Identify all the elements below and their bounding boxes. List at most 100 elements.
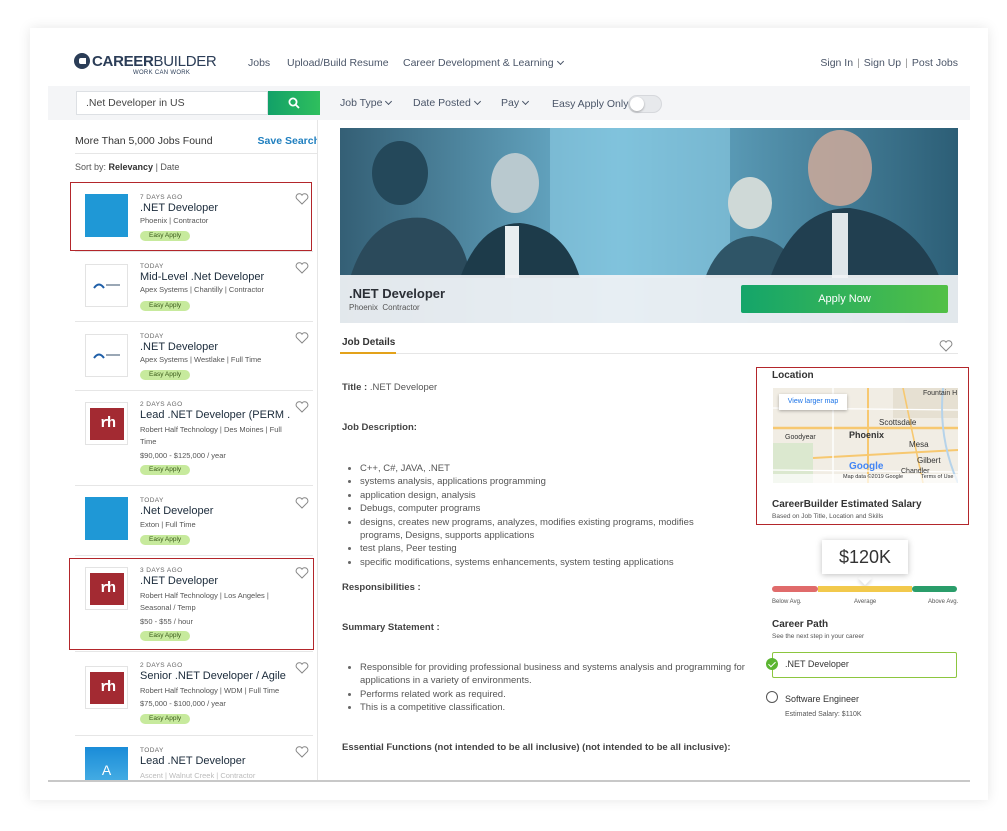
bottom-divider <box>48 780 970 782</box>
description-item: application design, analysis <box>348 489 720 502</box>
posted-ago: TODAY <box>140 747 164 754</box>
career-path-subtext: See the next step in your career <box>772 633 865 640</box>
check-icon <box>766 658 778 670</box>
description-list: C++, C#, JAVA, .NET systems analysis, ap… <box>348 462 720 569</box>
logo-mark-icon <box>74 53 90 69</box>
career-path-heading: Career Path <box>772 619 829 630</box>
description-item: test plans, Peer testing <box>348 542 720 555</box>
search-button[interactable] <box>268 91 320 115</box>
job-card[interactable]: rh 2 DAYS AGO Senior .NET Developer / Ag… <box>75 652 313 736</box>
description-item: Debugs, computer programs <box>348 502 720 515</box>
job-card[interactable]: A TODAY Lead .NET Developer Ascent | Wal… <box>75 736 313 780</box>
sort-date[interactable]: Date <box>160 162 179 172</box>
company-logo: rh <box>85 666 128 709</box>
radio-icon[interactable] <box>766 691 778 703</box>
tab-job-details[interactable]: Job Details <box>342 337 395 348</box>
save-search-link[interactable]: Save Search <box>258 135 317 147</box>
logo-tagline: WORK CAN WORK <box>133 70 191 76</box>
summary-item: This is a competitive classification. <box>348 701 745 714</box>
posted-ago: TODAY <box>140 333 164 340</box>
job-salary: $90,000 - $125,000 / year <box>140 451 226 460</box>
job-title[interactable]: Lead .NET Developer (PERM ... <box>140 409 290 421</box>
easy-apply-badge: Easy Apply <box>140 465 191 475</box>
summary-item: Performs related work as required. <box>348 688 745 701</box>
bar-label-average: Average <box>854 599 877 605</box>
heart-icon[interactable] <box>295 662 309 674</box>
job-card[interactable]: TODAY .NET Developer Apex Systems | West… <box>75 322 313 391</box>
search-icon <box>288 97 300 109</box>
job-meta: Ascent | Walnut Creek | Contractor <box>140 771 256 780</box>
sign-up-link[interactable]: Sign Up <box>864 57 901 69</box>
sort-relevancy[interactable]: Relevancy <box>109 162 154 172</box>
heart-icon[interactable] <box>295 497 309 509</box>
responsibilities-label: Responsibilities : <box>342 582 421 593</box>
robert-half-logo-icon: rh <box>90 408 124 440</box>
company-logo: rh <box>85 402 128 445</box>
essential-functions-label: Essential Functions (not intended to be … <box>342 742 731 753</box>
nav-career-development[interactable]: Career Development & Learning <box>403 57 564 69</box>
job-title[interactable]: .Net Developer <box>140 505 290 517</box>
description-item: designs, creates new programs, analyzes,… <box>348 516 720 543</box>
filter-job-type[interactable]: Job Type <box>340 97 393 109</box>
filter-date-posted[interactable]: Date Posted <box>413 97 481 109</box>
description-item: C++, C#, JAVA, .NET <box>348 462 720 475</box>
nav-career-development-label: Career Development & Learning <box>403 57 554 69</box>
post-jobs-link[interactable]: Post Jobs <box>912 57 958 69</box>
heart-icon[interactable] <box>295 401 309 413</box>
sign-in-link[interactable]: Sign In <box>820 57 853 69</box>
easy-apply-toggle[interactable] <box>628 95 662 113</box>
job-header-band: .NET Developer Phoenix Contractor Apply … <box>340 275 958 323</box>
posted-ago: TODAY <box>140 497 164 504</box>
filter-date-posted-label: Date Posted <box>413 97 471 109</box>
highlight-box <box>69 558 314 650</box>
job-card[interactable]: TODAY .Net Developer Exton | Full Time E… <box>75 486 313 556</box>
company-logo <box>85 334 128 377</box>
tab-active-underline <box>340 352 396 354</box>
results-count: More Than 5,000 Jobs Found <box>75 135 213 147</box>
job-title[interactable]: Senior .NET Developer / Agile ... <box>140 670 290 682</box>
apply-now-button[interactable]: Apply Now <box>741 285 948 313</box>
logo-text-light: BUILDER <box>153 53 217 70</box>
job-detail-title: .NET Developer <box>349 286 446 301</box>
heart-icon[interactable] <box>295 262 309 274</box>
bar-label-above: Above Avg. <box>928 599 959 605</box>
search-input[interactable] <box>76 91 268 115</box>
job-card[interactable]: rh 2 DAYS AGO Lead .NET Developer (PERM … <box>75 391 313 486</box>
tab-divider <box>340 353 958 354</box>
title-label: Title : <box>342 382 368 393</box>
chevron-down-icon <box>385 97 393 106</box>
filter-pay[interactable]: Pay <box>501 97 530 109</box>
easy-apply-badge: Easy Apply <box>140 714 191 724</box>
bar-label-below: Below Avg. <box>772 599 802 605</box>
filter-job-type-label: Job Type <box>340 97 383 109</box>
job-title[interactable]: Lead .NET Developer <box>140 755 290 767</box>
heart-icon[interactable] <box>939 340 953 352</box>
chevron-down-icon <box>556 57 564 66</box>
careerbuilder-logo[interactable]: CAREERBUILDER WORK CAN WORK <box>74 52 217 78</box>
posted-ago: TODAY <box>140 263 164 270</box>
filter-pay-label: Pay <box>501 97 520 109</box>
job-salary: $75,000 - $100,000 / year <box>140 699 226 708</box>
nav-jobs[interactable]: Jobs <box>248 57 270 69</box>
account-links: Sign In | Sign Up | Post Jobs <box>820 57 958 69</box>
separator: | <box>905 57 908 69</box>
job-meta: Exton | Full Time <box>140 520 196 529</box>
site-header: CAREERBUILDER WORK CAN WORK Jobs Upload/… <box>48 44 970 84</box>
job-title[interactable]: .NET Developer <box>140 341 290 353</box>
easy-apply-badge: Easy Apply <box>140 535 191 545</box>
easy-apply-badge: Easy Apply <box>140 370 191 380</box>
robert-half-logo-icon: rh <box>90 672 124 704</box>
heart-icon[interactable] <box>295 746 309 758</box>
summary-item: Responsible for providing professional b… <box>348 662 745 687</box>
job-title[interactable]: Mid-Level .Net Developer <box>140 271 290 283</box>
career-path-next-label[interactable]: Software Engineer <box>785 694 859 704</box>
job-meta: Robert Half Technology | Des Moines | Fu… <box>140 425 282 446</box>
heart-icon[interactable] <box>295 332 309 344</box>
nav-upload-resume[interactable]: Upload/Build Resume <box>287 57 389 69</box>
posted-ago: 2 DAYS AGO <box>140 401 183 408</box>
search-bar: Job Type Date Posted Pay Easy Apply Only <box>48 86 970 120</box>
salary-estimate: $120K <box>822 540 908 574</box>
job-card[interactable]: TODAY Mid-Level .Net Developer Apex Syst… <box>75 252 313 322</box>
summary-list: Responsible for providing professional b… <box>348 661 745 715</box>
logo-text-bold: CAREER <box>92 53 154 70</box>
